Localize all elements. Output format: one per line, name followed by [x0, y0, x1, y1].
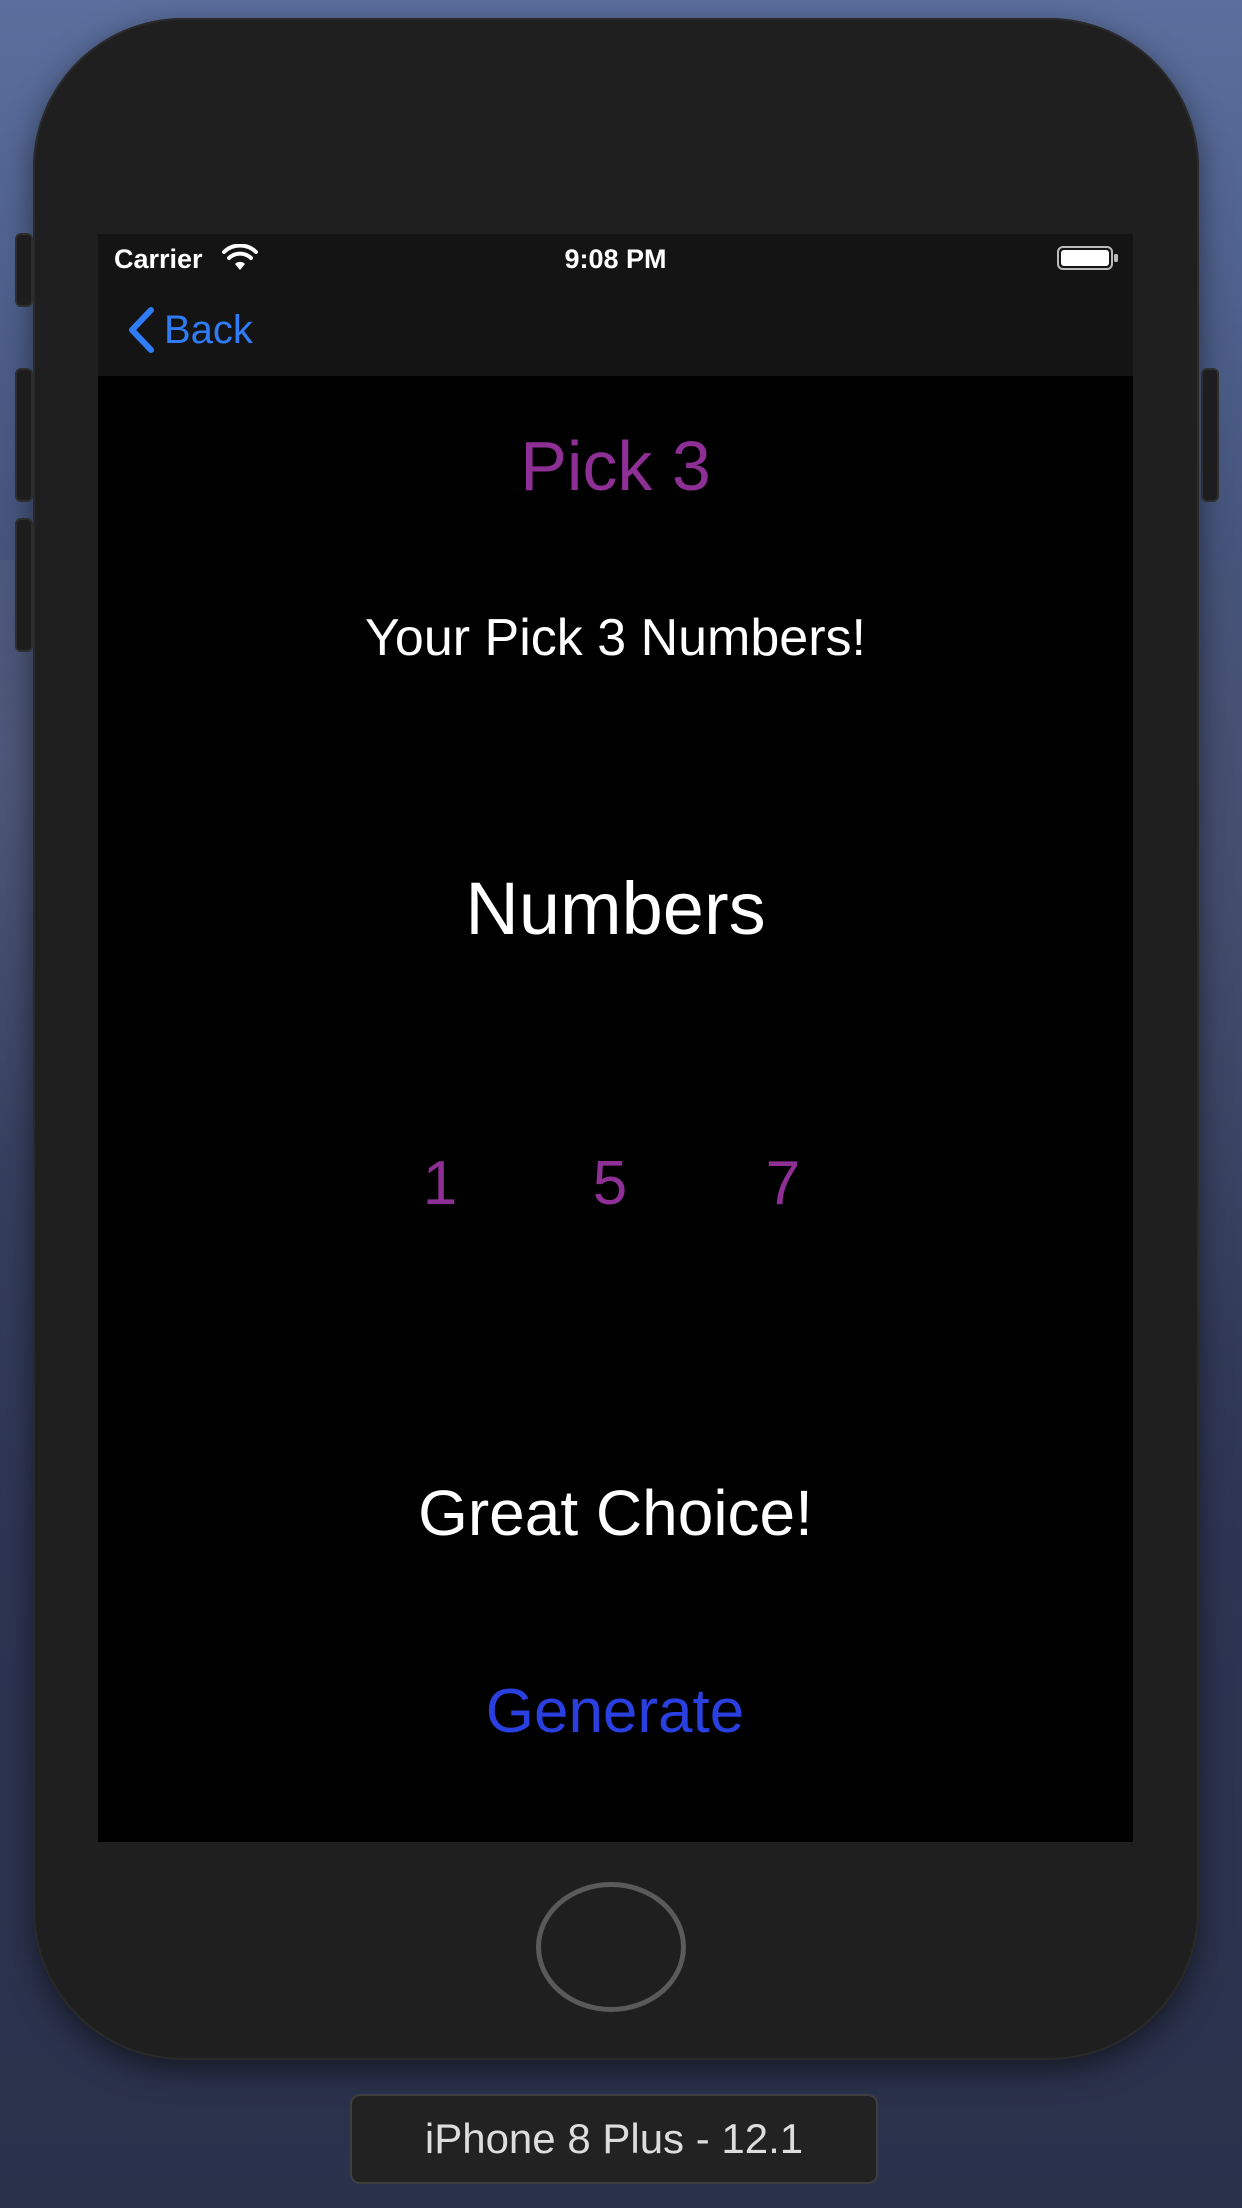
number-3-label: 7: [765, 1149, 801, 1218]
navigation-bar: Back: [98, 284, 1133, 376]
back-button-label: Back: [164, 307, 253, 352]
generate-button[interactable]: Generate: [415, 1676, 815, 1747]
power-button: [1201, 368, 1219, 502]
number-1-label: 1: [422, 1149, 458, 1218]
simulator-device-label: iPhone 8 Plus - 12.1: [350, 2094, 878, 2184]
subtitle-label: Your Pick 3 Numbers!: [365, 609, 866, 667]
status-bar: Carrier 9:08 PM: [98, 234, 1133, 284]
status-time: 9:08 PM: [564, 244, 667, 274]
content-area: Pick 3 Your Pick 3 Numbers! Numbers 1 5 …: [98, 376, 1133, 1842]
volume-down-button: [15, 518, 33, 652]
back-button[interactable]: Back: [126, 302, 253, 358]
message-label: Great Choice!: [418, 1477, 813, 1549]
chevron-left-icon: [129, 307, 154, 353]
volume-up-button: [15, 368, 33, 502]
battery-icon: [1057, 246, 1118, 270]
number-2-label: 5: [592, 1149, 628, 1218]
page-title: Pick 3: [520, 427, 711, 505]
app-screen: Carrier 9:08 PM Back Pick 3 Your Pick 3 …: [98, 234, 1133, 1842]
mute-switch: [15, 233, 33, 307]
numbers-heading: Numbers: [465, 867, 766, 950]
home-button[interactable]: [536, 1882, 686, 2012]
